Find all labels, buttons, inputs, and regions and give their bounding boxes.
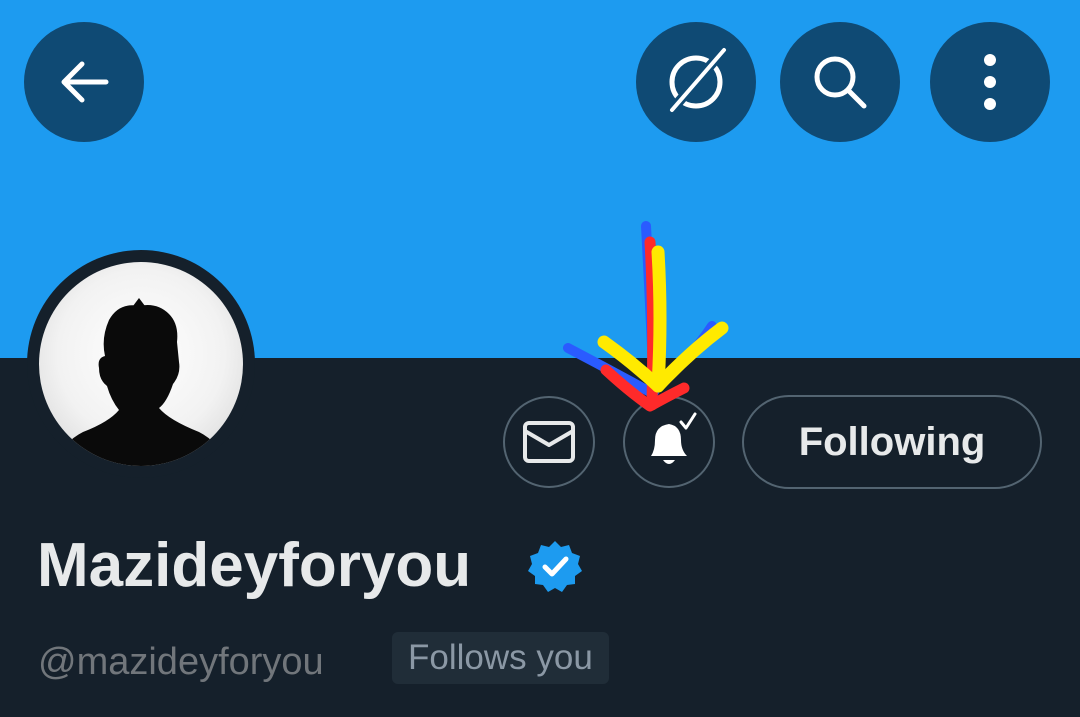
- following-label: Following: [798, 419, 986, 464]
- grok-icon: [666, 48, 726, 116]
- following-button[interactable]: Following: [742, 395, 1042, 489]
- grok-button[interactable]: [636, 22, 756, 142]
- bell-check-icon: [651, 412, 697, 464]
- verified-badge-icon[interactable]: [527, 538, 583, 594]
- envelope-icon: [523, 421, 575, 463]
- back-button[interactable]: [24, 22, 144, 142]
- message-button[interactable]: [503, 396, 595, 488]
- display-name: Mazideyforyou: [37, 531, 472, 600]
- handle: @mazideyforyou: [38, 641, 324, 683]
- follows-you-badge: Follows you: [392, 632, 609, 684]
- notifications-button[interactable]: [623, 396, 715, 488]
- more-vertical-icon: [984, 54, 996, 110]
- more-button[interactable]: [930, 22, 1050, 142]
- avatar[interactable]: [39, 262, 243, 466]
- avatar-silhouette: [53, 298, 229, 466]
- search-button[interactable]: [780, 22, 900, 142]
- avatar-ring: [27, 250, 255, 478]
- arrow-left-icon: [61, 61, 109, 103]
- search-icon: [814, 56, 867, 109]
